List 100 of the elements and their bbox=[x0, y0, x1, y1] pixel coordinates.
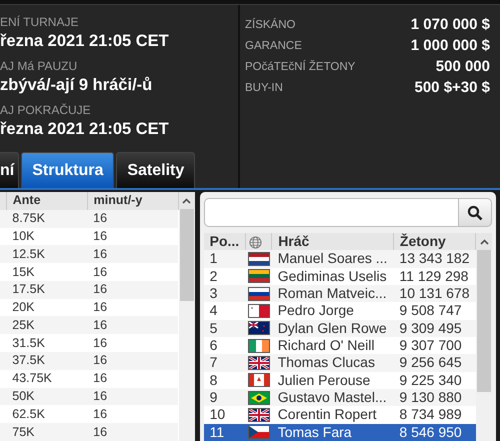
info-label: AJ POKRAČUJE bbox=[0, 103, 92, 117]
table-cell: 8.75K bbox=[6, 210, 88, 228]
column-header: Ante bbox=[6, 192, 88, 210]
tab[interactable]: ní bbox=[0, 152, 20, 188]
player-row[interactable]: 4 Pedro Jorge 9 508 747 bbox=[204, 302, 476, 320]
table-cell: 8 bbox=[204, 372, 246, 389]
table-cell: Gediminas Uselis bbox=[272, 268, 394, 285]
table-cell: 16 bbox=[87, 370, 178, 388]
table-cell: 17.5K bbox=[6, 280, 88, 299]
stat-label: POčáTEčNÍ ŽETONY bbox=[245, 59, 356, 75]
stat-value: 500 $+30 $ bbox=[414, 78, 490, 98]
info-value: řezna 2021 21:05 CET bbox=[0, 119, 170, 139]
table-cell: 13 343 182 bbox=[393, 250, 476, 268]
table-cell: 8 546 950 bbox=[393, 424, 476, 441]
table-cell: 2 bbox=[204, 268, 246, 285]
table-cell: Dylan Glen Rowe bbox=[272, 320, 394, 337]
table-cell: 4 bbox=[204, 302, 246, 320]
search-icon bbox=[467, 204, 483, 220]
player-row[interactable]: 1 Manuel Soares ... 13 343 182 bbox=[204, 250, 476, 268]
table-cell: 62.5K bbox=[6, 405, 88, 424]
player-row[interactable]: 11 Tomas Fara 8 546 950 bbox=[204, 424, 476, 441]
tab[interactable]: Struktura bbox=[21, 152, 114, 188]
table-cell: 9 256 645 bbox=[393, 354, 476, 372]
search-field[interactable] bbox=[204, 198, 458, 227]
table-cell: 9 bbox=[204, 388, 246, 406]
table-cell: 16 bbox=[87, 245, 178, 264]
table-cell: 11 bbox=[204, 424, 246, 441]
column-header: minut/-y bbox=[87, 192, 178, 210]
globe-icon bbox=[249, 236, 262, 249]
table-cell: 9 508 747 bbox=[393, 302, 476, 320]
table-cell: 16 bbox=[87, 334, 178, 352]
table-cell: 16 bbox=[87, 316, 178, 334]
table-cell: 20K bbox=[6, 298, 88, 316]
table-cell: 75K bbox=[6, 423, 88, 441]
info-label: AJ Má PAUZU bbox=[0, 59, 78, 73]
info-label: ENÍ TURNAJE bbox=[0, 15, 80, 29]
flag-icon bbox=[248, 408, 269, 421]
scrollbar[interactable] bbox=[178, 192, 195, 441]
stat-label: GARANCE bbox=[245, 38, 302, 54]
table-cell: 37.5K bbox=[6, 352, 88, 370]
table-cell: 9 307 700 bbox=[393, 336, 476, 354]
search-button[interactable] bbox=[458, 198, 492, 227]
column-header: Hráč bbox=[272, 233, 394, 250]
table-cell: 6 bbox=[204, 336, 246, 354]
scroll-up-icon[interactable] bbox=[182, 198, 192, 204]
table-cell: 16 bbox=[87, 298, 178, 316]
player-row[interactable]: 3 Roman Matveic... 10 131 678 bbox=[204, 284, 476, 302]
flag-icon bbox=[248, 426, 269, 438]
flag-icon bbox=[248, 340, 269, 352]
table-cell: 1 bbox=[204, 250, 246, 268]
table-cell: 50K bbox=[6, 388, 88, 406]
table-cell: 16 bbox=[87, 423, 178, 441]
player-row[interactable]: 9 Gustavo Mastel... 9 130 880 bbox=[204, 388, 476, 406]
table-cell: 16 bbox=[87, 280, 178, 299]
table-cell: 9 225 340 bbox=[393, 372, 476, 389]
table-cell: 25K bbox=[6, 316, 88, 334]
table-cell: Richard O' Neill bbox=[272, 336, 394, 354]
table-cell: 16 bbox=[87, 388, 178, 406]
table-cell: 10K bbox=[6, 228, 88, 246]
table-cell: 5 bbox=[204, 320, 246, 337]
flag-icon bbox=[248, 356, 269, 369]
table-cell: Pedro Jorge bbox=[272, 302, 394, 320]
flag-icon bbox=[248, 304, 269, 317]
table-cell: 16 bbox=[87, 228, 178, 246]
flag-icon bbox=[248, 288, 269, 300]
table-cell: 3 bbox=[204, 284, 246, 302]
table-cell: 7 bbox=[204, 354, 246, 372]
table-cell: Roman Matveic... bbox=[272, 284, 394, 302]
table-cell: 12.5K bbox=[6, 245, 88, 264]
table-cell: 16 bbox=[87, 352, 178, 370]
table-cell: 16 bbox=[87, 263, 178, 281]
player-row[interactable]: 10 Corentin Ropert 8 734 989 bbox=[204, 406, 476, 424]
scroll-up-icon[interactable] bbox=[480, 238, 488, 244]
table-cell: 15K bbox=[6, 263, 88, 281]
table-cell: Gustavo Mastel... bbox=[272, 388, 394, 406]
table-cell: Manuel Soares ... bbox=[272, 250, 394, 268]
stat-value: 1 000 000 $ bbox=[410, 36, 490, 56]
table-cell: 9 130 880 bbox=[393, 388, 476, 406]
tab[interactable]: Satelity bbox=[116, 152, 196, 188]
stat-label: BUY-IN bbox=[245, 80, 283, 96]
stat-value: 1 070 000 $ bbox=[410, 15, 490, 36]
table-cell: Julien Perouse bbox=[272, 372, 394, 389]
table-cell: 9 309 495 bbox=[393, 320, 476, 337]
player-row[interactable]: 8 Julien Perouse 9 225 340 bbox=[204, 372, 476, 389]
player-row[interactable]: 5 Dylan Glen Rowe 9 309 495 bbox=[204, 320, 476, 337]
info-value: zbývá/-ají 9 hráči/-ů bbox=[0, 75, 154, 95]
flag-icon bbox=[248, 322, 269, 334]
table-cell: 16 bbox=[87, 405, 178, 424]
table-cell: Thomas Clucas bbox=[272, 354, 394, 372]
player-row[interactable]: 2 Gediminas Uselis 11 129 298 bbox=[204, 268, 476, 285]
table-cell: 10 131 678 bbox=[393, 284, 476, 302]
table-cell: Tomas Fara bbox=[272, 424, 394, 441]
player-row[interactable]: 7 Thomas Clucas 9 256 645 bbox=[204, 354, 476, 372]
flag-icon bbox=[248, 252, 269, 265]
table-cell: 43.75K bbox=[6, 370, 88, 388]
player-row[interactable]: 6 Richard O' Neill 9 307 700 bbox=[204, 336, 476, 354]
column-header: Po... bbox=[204, 233, 246, 250]
stat-label: ZÍSKÁNO bbox=[245, 17, 296, 33]
table-cell: 8 734 989 bbox=[393, 406, 476, 424]
table-cell: 31.5K bbox=[6, 334, 88, 352]
